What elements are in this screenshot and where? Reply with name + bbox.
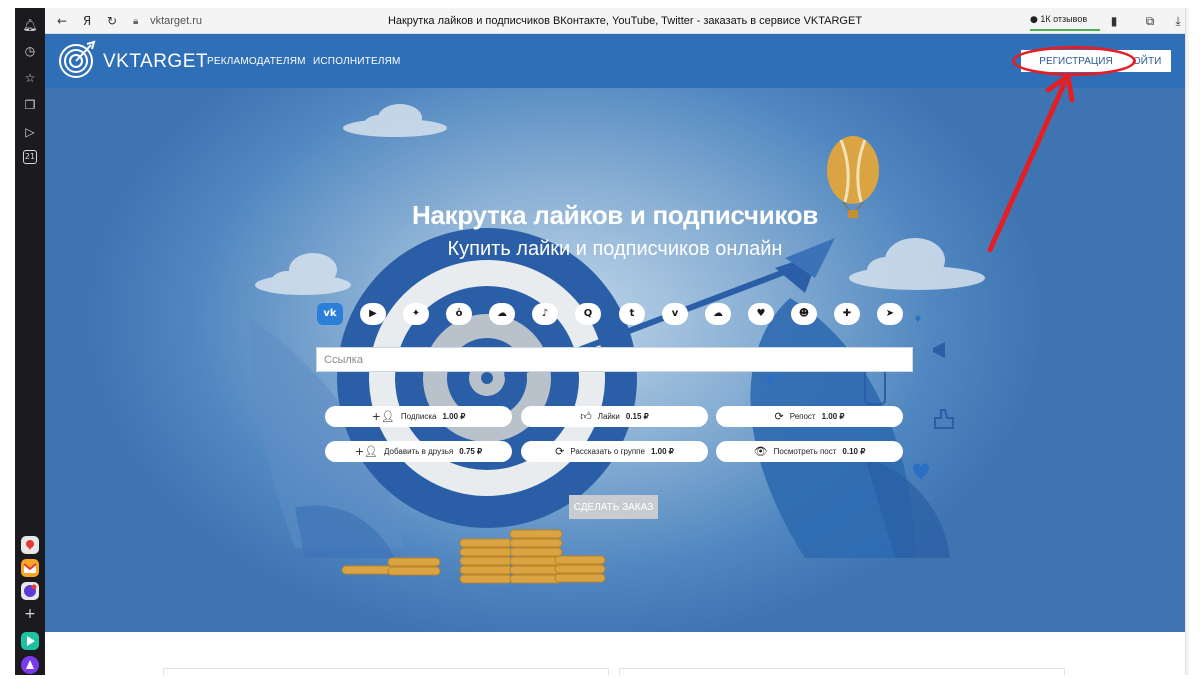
share-icon: ⟳ [555,445,565,459]
comment-icon: ● [1030,15,1038,25]
service-subscribe[interactable]: +👤︎ Подписка 1.00 ₽ [325,406,512,427]
plus-square-icon[interactable]: ✚ [834,303,860,325]
login-button[interactable]: ОЙТИ [1131,50,1171,72]
vk-icon[interactable]: vk [317,303,343,325]
cloud-icon[interactable]: ☁ [489,303,515,325]
repost-icon: ⟳ [774,410,784,424]
hero-subtitle: Купить лайки и подписчиков онлайн [447,238,783,260]
service-price: 0.75 ₽ [459,447,483,456]
service-view-post[interactable]: 👁︎ Посмотреть пост 0.10 ₽ [716,441,903,462]
site-logo[interactable]: VKTARGET [103,51,208,73]
service-label: Подписка [400,412,437,421]
service-label: Рассказать о группе [570,447,645,456]
q-icon[interactable]: Q [575,303,601,325]
service-likes[interactable]: 👍︎ Лайки 0.15 ₽ [521,406,708,427]
t-icon[interactable]: t [619,303,645,325]
extensions-icon[interactable]: ⧉ [1141,12,1159,30]
soundcloud-icon[interactable]: ☁ [705,303,731,325]
alice-icon[interactable] [21,656,39,674]
star-icon[interactable]: ☆ [21,69,39,87]
browser-toolbar: ← Я ↻ 🔒︎ vktarget.ru Накрутка лайков и п… [45,8,1185,34]
card [163,668,609,675]
messenger-app-icon[interactable] [21,582,39,600]
bell-icon[interactable]: 🔔︎ [21,16,39,34]
user-add-icon: +👤︎ [354,445,379,459]
register-button[interactable]: РЕГИСТРАЦИЯ [1021,50,1131,72]
youtube-icon[interactable]: ▶ [360,303,386,325]
video-app-icon[interactable] [21,632,39,650]
maps-app-icon[interactable] [21,536,39,554]
card [619,668,1065,675]
back-arrow-icon[interactable]: ← [53,12,71,30]
calendar-icon[interactable]: 21 [23,150,37,164]
browser-side-panel: 🔔︎ ◷ ☆ ❐ ▷ 21 + [15,8,45,675]
service-label: Добавить в друзья [384,447,454,456]
reload-icon[interactable]: ↻ [103,12,121,30]
eye-icon: 👁︎ [753,445,768,459]
nav-performers[interactable]: ИСПОЛНИТЕЛЯМ [313,56,401,67]
service-price: 1.00 ₽ [442,412,466,421]
site-header: VKTARGET РЕКЛАМОДАТЕЛЯМ ИСПОЛНИТЕЛЯМ РЕГ… [45,34,1185,88]
reviews-label: 1К отзывов [1040,14,1088,24]
url-text: vktarget.ru [150,15,203,27]
service-price: 0.10 ₽ [842,447,866,456]
history-icon[interactable]: ◷ [21,42,39,60]
content-below-hero [45,632,1185,675]
thumbs-up-icon: 👍︎ [580,410,592,424]
service-tell-about-group[interactable]: ⟳ Рассказать о группе 1.00 ₽ [521,441,708,462]
lock-icon: 🔒︎ [133,16,139,27]
target-logo-icon [59,40,96,78]
place-order-button[interactable]: СДЕЛАТЬ ЗАКАЗ [569,495,658,519]
yandex-icon[interactable]: Я [78,12,96,30]
add-app-icon[interactable]: + [21,605,39,623]
scrollbar[interactable] [1185,8,1189,675]
tiktok-icon[interactable]: ♪ [532,303,558,325]
user-plus-icon: +👤︎ [371,410,395,424]
site-viewport: VKTARGET РЕКЛАМОДАТЕЛЯМ ИСПОЛНИТЕЛЯМ РЕГ… [45,34,1185,675]
play-icon[interactable]: ▷ [21,123,39,141]
service-price: 0.15 ₽ [625,412,649,421]
reddit-icon[interactable]: ☻ [791,303,817,325]
nav-advertisers[interactable]: РЕКЛАМОДАТЕЛЯМ [207,56,306,67]
odnoklassniki-icon[interactable]: ὀ [446,303,472,325]
service-price: 1.00 ₽ [650,447,674,456]
service-label: Репост [789,412,816,421]
hero-section: Накрутка лайков и подписчиков Купить лай… [45,88,1185,632]
heart-icon[interactable]: ♥ [748,303,774,325]
service-price: 1.00 ₽ [821,412,845,421]
service-add-friends[interactable]: +👤︎ Добавить в друзья 0.75 ₽ [325,441,512,462]
mail-app-icon[interactable] [21,559,39,577]
bookmark-icon[interactable]: ▮ [1105,12,1123,30]
page-title: Накрутка лайков и подписчиков ВКонтакте,… [387,15,863,27]
browser-window: 🔔︎ ◷ ☆ ❐ ▷ 21 + ← Я ↻ 🔒︎ vktarget.ru Нак… [0,0,1200,675]
service-label: Посмотреть пост [773,447,837,456]
social-network-selector: vk ▶ ✦ ὀ ☁ ♪ Q t v ☁ ♥ ☻ ✚ ➤ [317,303,917,325]
service-repost[interactable]: ⟳ Репост 1.00 ₽ [716,406,903,427]
telegram-icon[interactable]: ➤ [877,303,903,325]
service-label: Лайки [597,412,620,421]
hero-title: Накрутка лайков и подписчиков [411,200,819,230]
vimeo-icon[interactable]: v [662,303,688,325]
reviews-badge[interactable]: ● 1К отзывов [1030,10,1100,31]
twitter-icon[interactable]: ✦ [403,303,429,325]
link-input[interactable] [316,347,913,372]
collections-icon[interactable]: ❐ [21,96,39,114]
